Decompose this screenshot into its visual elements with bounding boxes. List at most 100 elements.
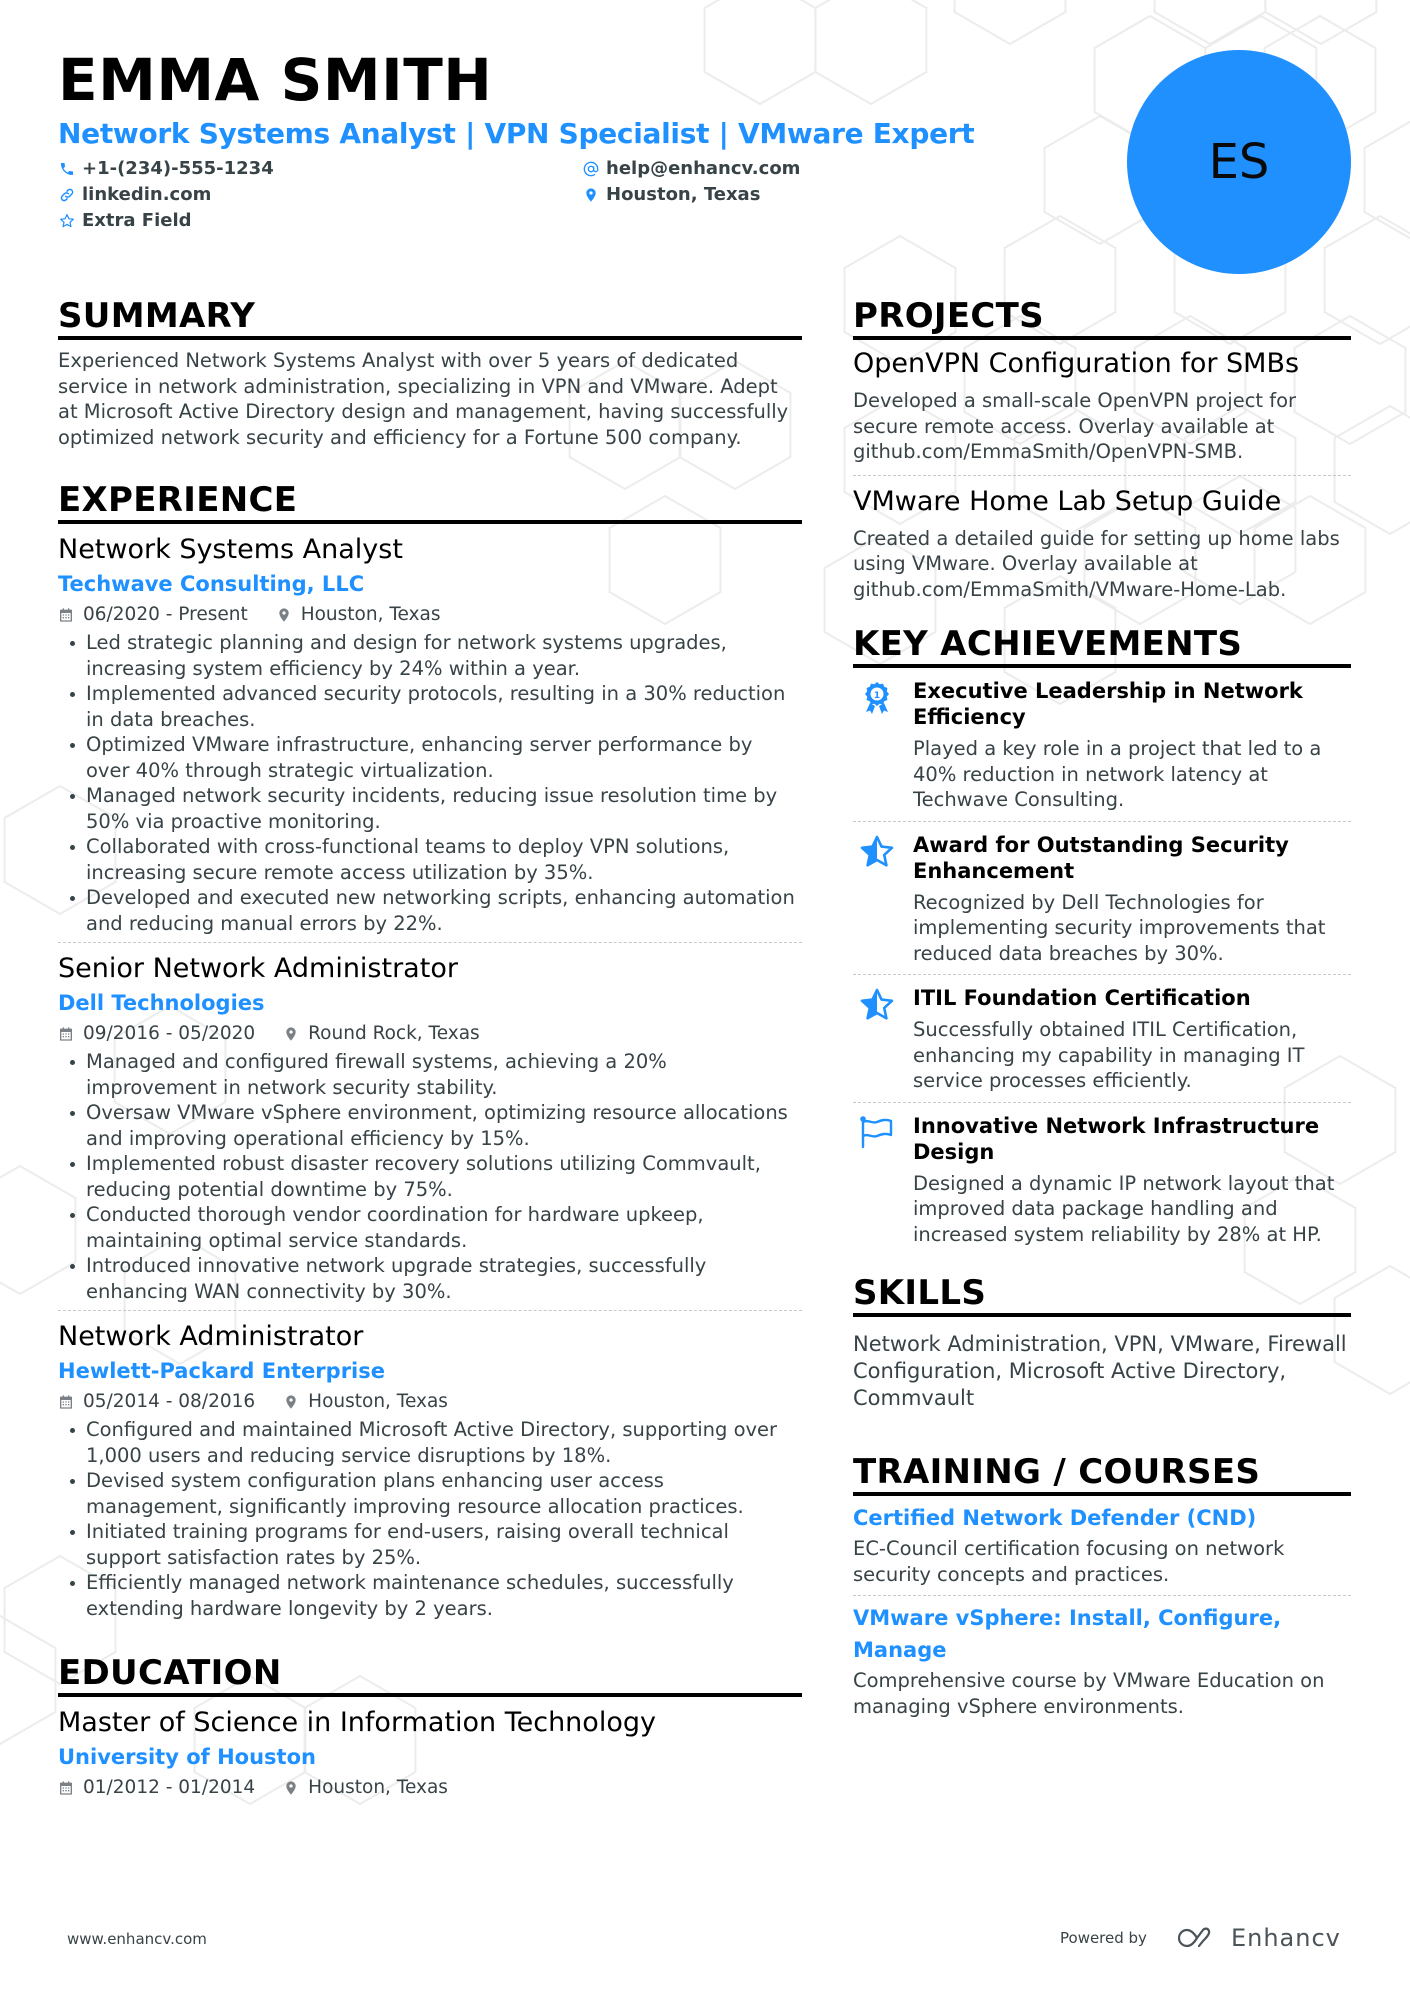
project-entry: VMware Home Lab Setup Guide Created a det… — [853, 474, 1351, 613]
svg-text:1: 1 — [874, 691, 880, 701]
date-range: 01/2012 - 01/2014 — [58, 1773, 255, 1803]
job-title: Senior Network Administrator — [58, 953, 458, 984]
achievement-description: Designed a dynamic IP network layout tha… — [913, 1171, 1335, 1246]
section-title: SKILLS — [853, 1273, 1351, 1317]
achievement-entry: ITIL Foundation Certification Successfull… — [853, 974, 1351, 1102]
achievement-body: ITIL Foundation Certification Successfull… — [913, 985, 1351, 1094]
extra-field-value: Extra Field — [82, 210, 192, 231]
education-list: Master of Science in Information Technol… — [58, 1705, 802, 1809]
company-name[interactable]: Dell Technologies — [58, 987, 802, 1019]
bullet-item: Collaborated with cross-functional teams… — [68, 834, 802, 885]
calendar-icon — [58, 607, 83, 623]
map-pin-icon — [283, 1394, 308, 1410]
email-value[interactable]: help@enhancv.com — [606, 156, 800, 182]
brand-name: Enhancv — [1230, 1924, 1341, 1952]
map-pin-icon — [283, 1780, 308, 1796]
map-pin-icon — [276, 607, 301, 623]
bullet-list: Led strategic planning and design for ne… — [68, 630, 802, 936]
bullet-item: Initiated training programs for end-user… — [68, 1519, 802, 1570]
skills-text: Network Administration, VPN, VMware, Fir… — [853, 1332, 1347, 1410]
section-title: PROJECTS — [853, 296, 1351, 340]
skills-section: SKILLS Network Administration, VPN, VMwa… — [853, 1273, 1351, 1412]
entry-location: Houston, Texas — [283, 1387, 448, 1417]
achievement-title: ITIL Foundation Certification — [913, 986, 1251, 1010]
bullet-item: Configured and maintained Microsoft Acti… — [68, 1417, 802, 1468]
left-column: SUMMARY Experienced Network Systems Anal… — [58, 296, 802, 1835]
entry-meta: 09/2016 - 05/2020 Round Rock, Texas — [58, 1019, 802, 1049]
education-section: EDUCATION Master of Science in Informati… — [58, 1653, 802, 1809]
achievement-description: Recognized by Dell Technologies for impl… — [913, 890, 1326, 965]
achievement-entry: Award for Outstanding Security Enhanceme… — [853, 820, 1351, 975]
experience-list: Network Systems Analyst Techwave Consulti… — [58, 532, 802, 1627]
section-title: SUMMARY — [58, 296, 802, 340]
projects-section: PROJECTS OpenVPN Configuration for SMBs D… — [853, 296, 1351, 612]
achievement-description: Successfully obtained ITIL Certification… — [913, 1018, 1305, 1092]
bullet-item: Managed network security incidents, redu… — [68, 783, 802, 834]
contact-email: help@enhancv.com — [582, 156, 800, 182]
calendar-icon — [58, 1780, 83, 1796]
courses-list: Certified Network Defender (CND) EC-Counc… — [853, 1502, 1351, 1727]
right-column: PROJECTS OpenVPN Configuration for SMBs D… — [853, 296, 1351, 1753]
contact-linkedin: linkedin.com — [58, 182, 211, 208]
degree-title: Master of Science in Information Technol… — [58, 1707, 656, 1738]
achievement-body: Executive Leadership in Network Efficien… — [913, 678, 1351, 813]
course-title: VMware vSphere: Install, Configure, Mana… — [853, 1606, 1282, 1662]
section-title: KEY ACHIEVEMENTS — [853, 624, 1351, 668]
star-half-icon — [853, 832, 913, 967]
date-range: 05/2014 - 08/2016 — [58, 1387, 255, 1417]
date-text: 09/2016 - 05/2020 — [83, 1023, 256, 1044]
school-name[interactable]: University of Houston — [58, 1741, 802, 1773]
contact-phone: +1-(234)-555-1234 — [58, 156, 274, 182]
bullet-item: Conducted thorough vendor coordination f… — [68, 1202, 802, 1253]
bullet-item: Introduced innovative network upgrade st… — [68, 1253, 802, 1304]
candidate-headline: Network Systems Analyst | VPN Specialist… — [58, 117, 975, 150]
flag-icon — [853, 1113, 913, 1248]
bullet-list: Managed and configured firewall systems,… — [68, 1049, 802, 1304]
achievement-entry: 1 Executive Leadership in Network Efficie… — [853, 672, 1351, 821]
section-title: EXPERIENCE — [58, 480, 802, 524]
course-entry: Certified Network Defender (CND) EC-Counc… — [853, 1502, 1351, 1595]
candidate-name: EMMA SMITH — [58, 46, 493, 114]
linkedin-value[interactable]: linkedin.com — [82, 182, 211, 208]
achievement-entry: Innovative Network Infrastructure Design… — [853, 1101, 1351, 1256]
location-value: Houston, Texas — [606, 184, 761, 205]
achievement-title: Innovative Network Infrastructure Design — [913, 1113, 1320, 1164]
summary-text: Experienced Network Systems Analyst with… — [58, 349, 789, 449]
experience-entry: Network Systems Analyst Techwave Consulti… — [58, 532, 802, 942]
experience-entry: Network Administrator Hewlett-Packard Ent… — [58, 1310, 802, 1627]
experience-entry: Senior Network Administrator Dell Technol… — [58, 942, 802, 1310]
bullet-list: Configured and maintained Microsoft Acti… — [68, 1417, 802, 1621]
company-name[interactable]: Techwave Consulting, LLC — [58, 568, 802, 600]
project-title: OpenVPN Configuration for SMBs — [853, 348, 1300, 379]
location-text: Round Rock, Texas — [308, 1023, 480, 1044]
calendar-icon — [58, 1394, 83, 1410]
course-description: EC-Council certification focusing on net… — [853, 1537, 1285, 1586]
projects-list: OpenVPN Configuration for SMBs Developed … — [853, 344, 1351, 612]
enhancv-logo[interactable]: Enhancv — [1175, 1924, 1341, 1952]
map-pin-icon — [582, 186, 600, 204]
location-text: Houston, Texas — [308, 1391, 448, 1412]
footer-website[interactable]: www.enhancv.com — [67, 1930, 207, 1948]
location-text: Houston, Texas — [308, 1777, 448, 1798]
company-name[interactable]: Hewlett-Packard Enterprise — [58, 1355, 802, 1387]
calendar-icon — [58, 1026, 83, 1042]
star-outline-icon — [58, 212, 76, 230]
bullet-item: Led strategic planning and design for ne… — [68, 630, 802, 681]
bullet-item: Implemented advanced security protocols,… — [68, 681, 802, 732]
project-entry: OpenVPN Configuration for SMBs Developed … — [853, 344, 1351, 475]
achievement-description: Played a key role in a project that led … — [913, 737, 1322, 811]
award-ribbon-icon: 1 — [853, 678, 913, 813]
date-text: 06/2020 - Present — [83, 604, 248, 625]
training-section: TRAINING / COURSES Certified Network Def… — [853, 1452, 1351, 1727]
phone-icon — [58, 160, 76, 178]
achievements-section: KEY ACHIEVEMENTS 1 Executive Leadership i… — [853, 624, 1351, 1255]
project-description: Developed a small-scale OpenVPN project … — [853, 389, 1297, 463]
avatar: ES — [1127, 50, 1351, 274]
bullet-item: Devised system configuration plans enhan… — [68, 1468, 802, 1519]
job-title: Network Administrator — [58, 1321, 364, 1352]
contact-extra: Extra Field — [58, 208, 192, 234]
date-text: 01/2012 - 01/2014 — [83, 1777, 256, 1798]
map-pin-icon — [283, 1026, 308, 1042]
avatar-initials: ES — [1208, 134, 1270, 190]
phone-value[interactable]: +1-(234)-555-1234 — [82, 156, 274, 182]
